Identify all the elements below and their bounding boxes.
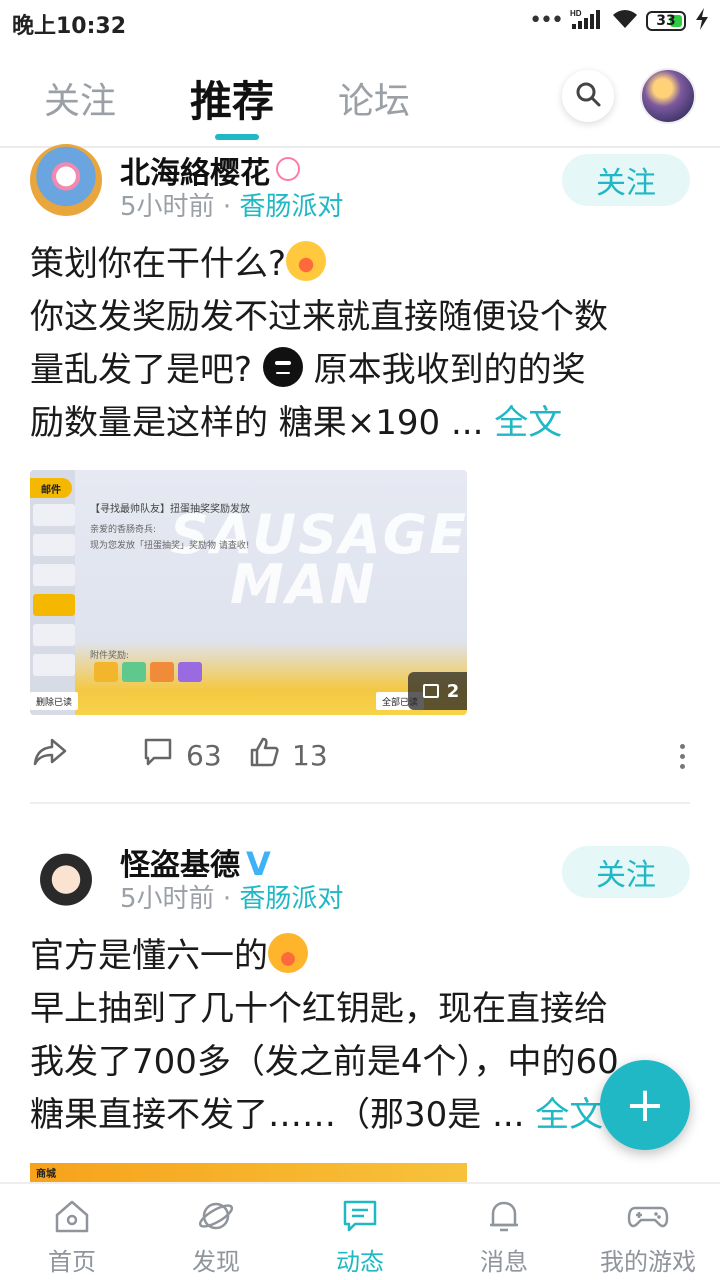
like-button[interactable]: 13 — [248, 736, 328, 775]
post-meta: 5小时前 · 香肠派对 — [120, 186, 343, 223]
follow-button[interactable]: 关注 — [562, 846, 690, 898]
feed-post: 北海絡樱花 5小时前 · 香肠派对 关注 策划你在干什么? 你这发奖励发不过来就… — [0, 144, 720, 808]
bottom-nav: 首页 发现 动态 消息 我的游戏 — [0, 1182, 720, 1280]
level-badge-icon — [276, 157, 300, 181]
home-icon — [53, 1198, 91, 1234]
meta-separator: · — [222, 192, 232, 222]
tab-following[interactable]: 关注 — [44, 72, 116, 124]
image-mail-tab: 邮件 — [30, 478, 72, 498]
thumbs-up-icon — [248, 736, 280, 775]
plus-icon: + — [624, 1077, 666, 1133]
planet-icon — [197, 1198, 235, 1234]
post-actions: 63 13 — [0, 736, 720, 786]
post-time: 5小时前 — [120, 884, 215, 914]
feed-icon — [341, 1198, 379, 1234]
laugh-emoji-icon — [286, 241, 327, 281]
active-tab-indicator — [215, 134, 259, 140]
image-mail-greeting: 亲爱的香肠奇兵: — [90, 525, 157, 535]
share-button[interactable] — [32, 736, 68, 775]
image-delete-read-button: 删除已读 — [30, 692, 79, 710]
nav-feed-label: 动态 — [336, 1248, 384, 1276]
image-reward-icons — [94, 662, 202, 682]
comment-button[interactable]: 63 — [142, 736, 222, 775]
status-time: 晚上10:32 — [12, 14, 127, 39]
post-time: 5小时前 — [120, 192, 215, 222]
image-watermark: SAUSAGE MAN — [170, 503, 467, 616]
image-mail-item — [33, 534, 75, 556]
post-image[interactable]: 邮件 SAUSAGE MAN 【寻找最帅队友】扭蛋抽奖奖励发放 亲爱的香肠奇兵:… — [30, 470, 467, 715]
charging-icon — [694, 8, 710, 34]
black-face-emoji-icon — [262, 347, 303, 387]
comment-count: 63 — [186, 739, 222, 772]
follow-button[interactable]: 关注 — [562, 154, 690, 206]
image-mail-item — [33, 624, 75, 646]
nav-home-label: 首页 — [48, 1248, 96, 1276]
signal-icon: HD — [570, 8, 604, 34]
bell-icon — [485, 1198, 523, 1234]
more-options-icon[interactable] — [680, 744, 685, 769]
nav-messages[interactable]: 消息 — [432, 1198, 576, 1277]
nav-home[interactable]: 首页 — [0, 1198, 144, 1277]
wifi-icon — [612, 9, 638, 33]
nav-my-games-label: 我的游戏 — [600, 1248, 696, 1276]
tab-forum[interactable]: 论坛 — [338, 72, 410, 124]
expand-full-text-link[interactable]: 全文 — [525, 1095, 603, 1135]
author-avatar[interactable] — [30, 840, 102, 912]
status-bar: 晚上10:32 ••• HD 33 — [0, 0, 720, 46]
post-image[interactable]: 商城 — [30, 1163, 467, 1183]
svg-text:HD: HD — [570, 9, 582, 18]
nav-feed[interactable]: 动态 — [288, 1198, 432, 1277]
status-icons: ••• HD 33 — [529, 8, 710, 34]
post-text[interactable]: 官方是懂六一的 早上抽到了几十个红钥匙，现在直接给 我发了700多（发之前是4个… — [30, 930, 695, 1142]
game-tag[interactable]: 香肠派对 — [239, 884, 343, 914]
create-post-button[interactable]: + — [600, 1060, 690, 1150]
post-meta: 5小时前 · 香肠派对 — [120, 878, 343, 915]
tab-recommended[interactable]: 推荐 — [190, 68, 274, 129]
top-tabs: 关注 推荐 论坛 — [0, 52, 720, 148]
game-tag[interactable]: 香肠派对 — [239, 192, 343, 222]
image-mail-title: 【寻找最帅队友】扭蛋抽奖奖励发放 — [90, 504, 250, 515]
search-button[interactable] — [562, 70, 614, 122]
meta-separator: · — [222, 884, 232, 914]
like-count: 13 — [292, 739, 328, 772]
rofl-emoji-icon — [268, 933, 308, 973]
nav-my-games[interactable]: 我的游戏 — [576, 1198, 720, 1277]
image-shop-label: 商城 — [36, 1169, 56, 1180]
image-mail-item — [33, 654, 75, 676]
image-mail-item-selected — [33, 594, 75, 616]
image-attachments-label: 附件奖励: — [90, 651, 130, 661]
post-divider — [30, 802, 690, 804]
nav-discover[interactable]: 发现 — [144, 1198, 288, 1277]
expand-full-text-link[interactable]: 全文 — [483, 403, 562, 443]
author-avatar[interactable] — [30, 144, 102, 216]
nav-discover-label: 发现 — [192, 1248, 240, 1276]
image-mail-item — [33, 564, 75, 586]
gamepad-icon — [627, 1198, 669, 1234]
image-mail-body: 现为您发放「扭蛋抽奖」奖励物 请查收! — [90, 541, 250, 551]
more-notifications-icon: ••• — [529, 8, 564, 33]
post-text[interactable]: 策划你在干什么? 你这发奖励发不过来就直接随便设个数 量乱发了是吧? 原本我收到… — [30, 238, 695, 450]
image-count-badge: 2 — [408, 672, 467, 710]
search-icon — [574, 80, 602, 112]
battery-icon: 33 — [646, 11, 686, 31]
nav-messages-label: 消息 — [480, 1248, 528, 1276]
user-avatar[interactable] — [640, 68, 696, 124]
image-icon — [422, 684, 439, 698]
comment-icon — [142, 736, 174, 775]
image-mail-item — [33, 504, 75, 526]
share-icon — [32, 736, 68, 775]
